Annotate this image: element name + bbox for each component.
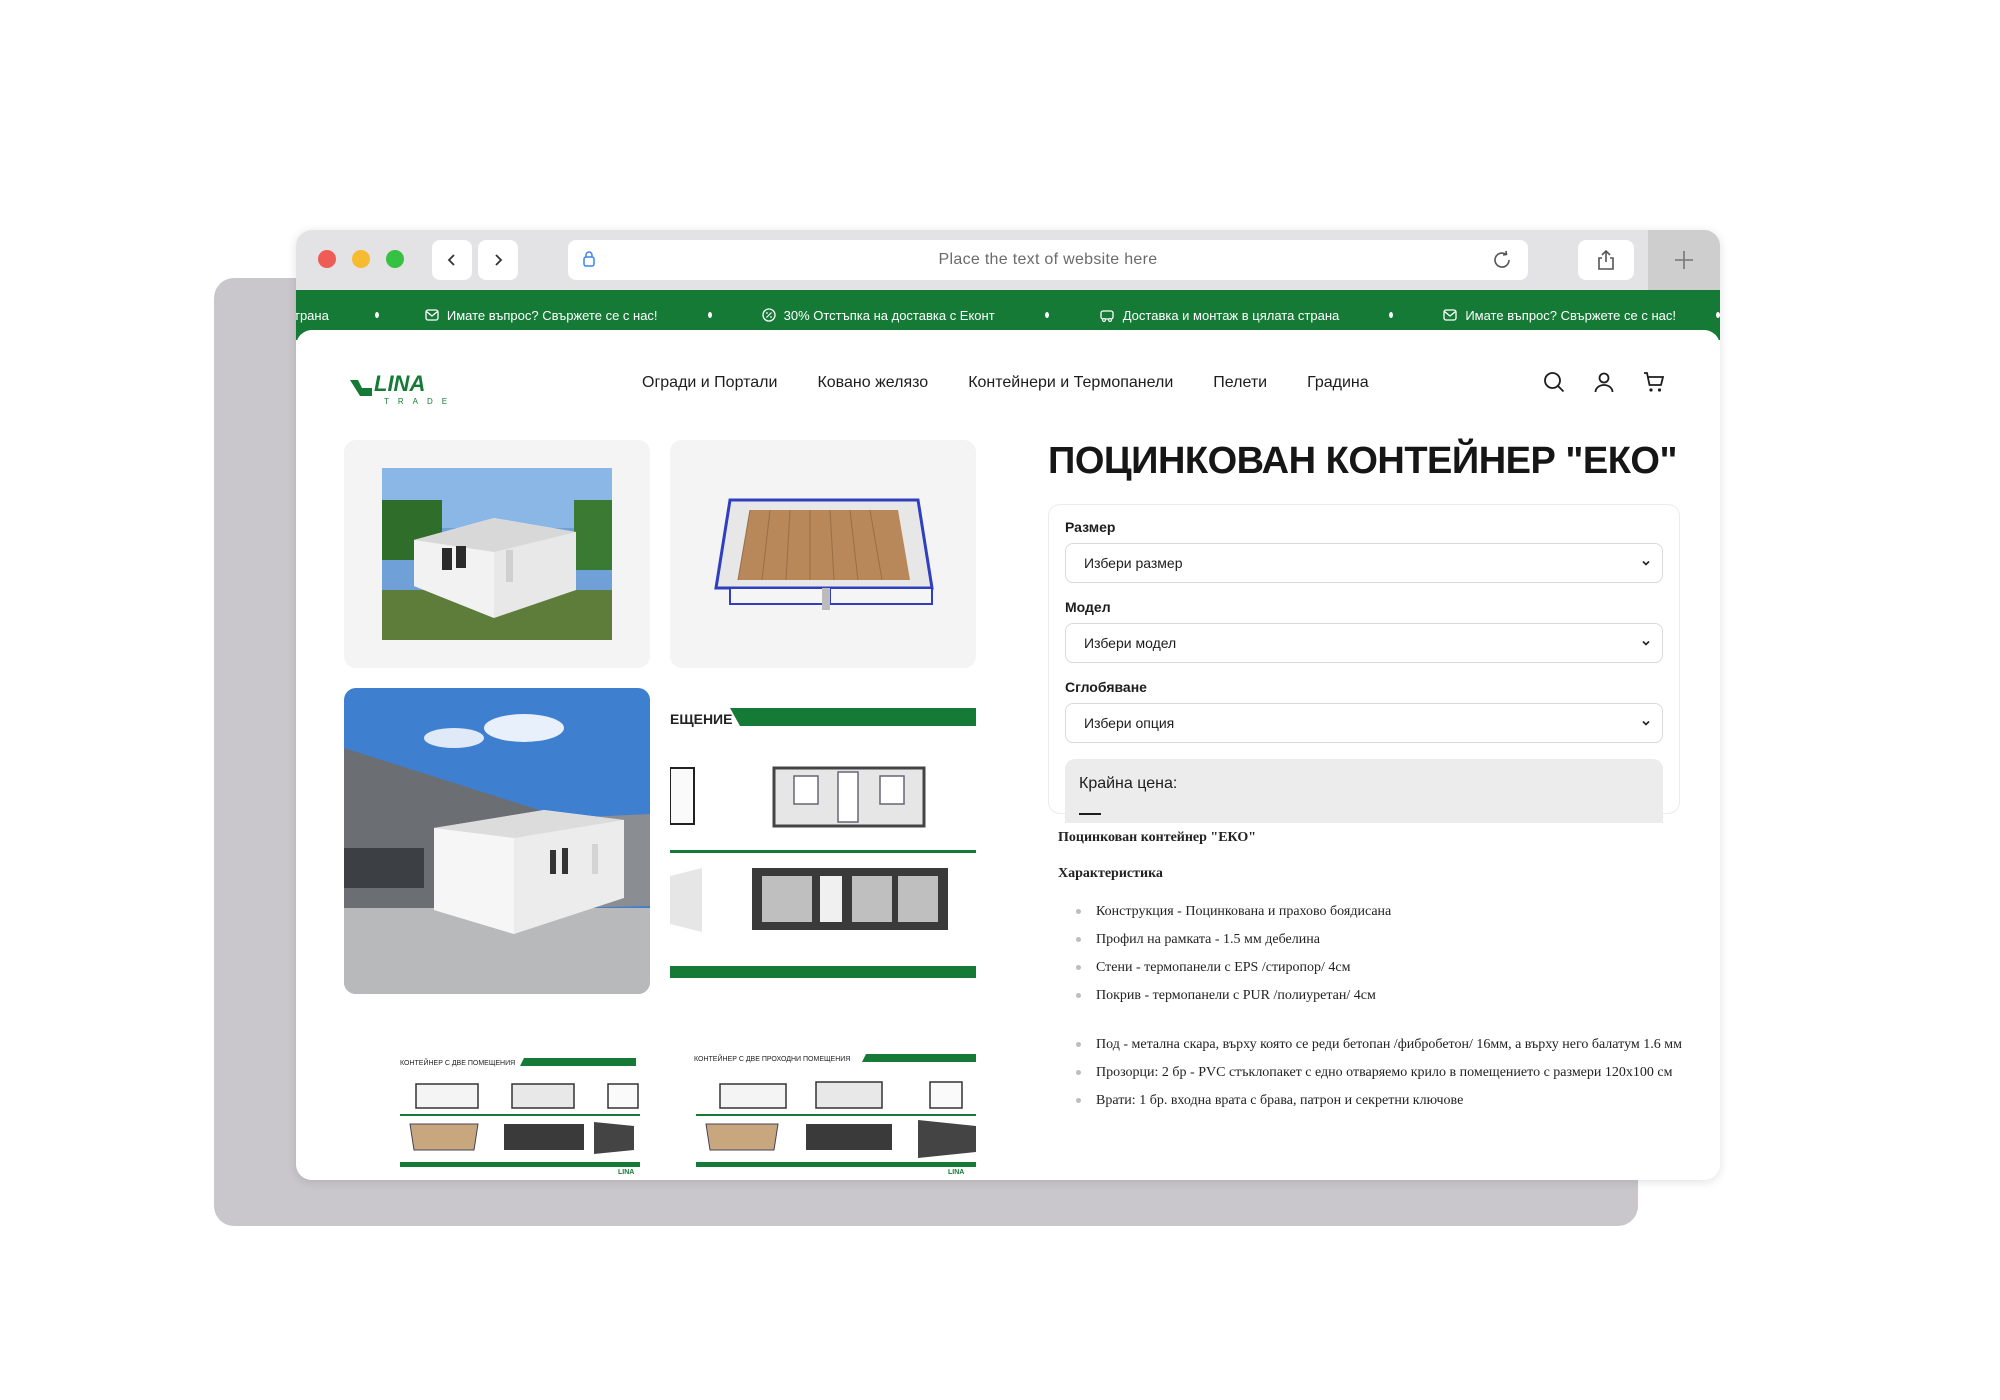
delivery-icon — [1100, 310, 1114, 322]
reload-icon[interactable] — [1490, 248, 1514, 272]
cart-icon[interactable] — [1642, 370, 1666, 394]
website-page: LINA TRADE Огради и Портали Ковано желяз… — [296, 330, 1720, 1180]
assembly-label: Сглобяване — [1065, 679, 1147, 695]
price-placeholder-dash — [1079, 813, 1101, 815]
model-label: Модел — [1065, 599, 1111, 615]
plan-heading: ЕЩЕНИЕ — [670, 711, 732, 727]
product-image-1[interactable] — [344, 440, 650, 668]
site-logo[interactable]: LINA TRADE — [348, 366, 478, 411]
container-photo — [382, 468, 612, 640]
nav-item-garden[interactable]: Градина — [1307, 374, 1369, 392]
layout-sheet-two-rooms: КОНТЕЙНЕР С ДВЕ ПОМЕЩЕНИЯ LINA — [400, 1058, 640, 1176]
container-interior-render — [714, 498, 934, 610]
maximize-window-button[interactable] — [386, 250, 404, 268]
list-item: Стени - термопанели с EPS /стиропор/ 4см — [1076, 958, 1698, 977]
chevron-down-icon — [1642, 640, 1650, 646]
main-navigation: Огради и Портали Ковано желязо Контейнер… — [642, 374, 1369, 392]
stage: Place the text of website here трана Има… — [0, 0, 2000, 1400]
list-item: Под - метална скара, върху която се реди… — [1076, 1035, 1698, 1054]
product-description: Поцинкован контейнер "ЕКО" Характеристик… — [1058, 830, 1698, 1119]
layout-logo: LINA — [948, 1169, 964, 1176]
product-image-4[interactable]: ЕЩЕНИЕ — [670, 688, 976, 994]
description-heading: Поцинкован контейнер "ЕКО" — [1058, 830, 1256, 845]
logo-tagline: TRADE — [384, 397, 456, 406]
layout-logo: LINA — [618, 1169, 634, 1176]
ticker-separator — [1389, 312, 1394, 318]
ticker-item: Имате въпрос? Свържете се с нас! — [425, 308, 658, 323]
container-site-photo — [344, 688, 650, 994]
forward-button[interactable] — [478, 240, 518, 280]
chevron-right-icon — [495, 254, 503, 266]
address-text: Place the text of website here — [938, 251, 1158, 268]
characteristics-list: Конструкция - Поцинкована и прахово бояд… — [1058, 902, 1698, 1005]
lock-icon — [583, 251, 595, 267]
product-image-3[interactable] — [344, 688, 650, 994]
list-item: Покрив - термопанели с PUR /полиуретан/ … — [1076, 986, 1698, 1005]
final-price-box: Крайна цена: — [1065, 759, 1663, 823]
ticker-separator — [1715, 312, 1720, 318]
list-item: Прозорци: 2 бр - PVC стъклопакет с едно … — [1076, 1063, 1698, 1082]
product-title: ПОЦИНКОВАН КОНТЕЙНЕР "ЕКО" — [1048, 440, 1678, 482]
nav-item-fences[interactable]: Огради и Портали — [642, 374, 777, 392]
size-select-value: Избери размер — [1084, 555, 1183, 571]
layout-caption: КОНТЕЙНЕР С ДВЕ ПРОХОДНИ ПОМЕЩЕНИЯ — [694, 1054, 850, 1063]
ticker-item: Имате въпрос? Свържете се с нас! — [1443, 308, 1676, 323]
back-button[interactable] — [432, 240, 472, 280]
ticker-item: трана — [296, 307, 329, 323]
floor-plan-sheet: ЕЩЕНИЕ — [670, 708, 976, 978]
new-tab-button[interactable] — [1648, 230, 1720, 290]
product-options-card: Размер Избери размер Модел Избери модел … — [1048, 504, 1680, 823]
share-button[interactable] — [1578, 240, 1634, 280]
layout-caption: КОНТЕЙНЕР С ДВЕ ПОМЕЩЕНИЯ — [400, 1058, 515, 1067]
details-list: Под - метална скара, върху която се реди… — [1058, 1035, 1698, 1110]
ticker-item: 30% Отстъпка на доставка с Еконт — [761, 308, 995, 323]
address-bar[interactable]: Place the text of website here — [568, 240, 1528, 280]
share-icon — [1598, 249, 1614, 270]
search-icon[interactable] — [1542, 370, 1566, 394]
ticker-item: Доставка и монтаж в цялата страна — [1099, 308, 1339, 323]
nav-item-containers[interactable]: Контейнери и Термопанели — [968, 374, 1173, 392]
plus-icon — [1675, 251, 1693, 269]
ticker-separator — [374, 312, 379, 318]
assembly-select-value: Избери опция — [1084, 715, 1175, 731]
description-subheading: Характеристика — [1058, 866, 1163, 881]
header-actions — [1542, 370, 1666, 394]
size-select[interactable]: Избери размер — [1065, 543, 1663, 583]
user-icon[interactable] — [1592, 370, 1616, 394]
product-image-5[interactable]: КОНТЕЙНЕР С ДВЕ ПОМЕЩЕНИЯ LINA — [344, 1014, 650, 1180]
nav-item-pellets[interactable]: Пелети — [1213, 374, 1267, 392]
model-select-value: Избери модел — [1084, 635, 1177, 651]
final-price-label: Крайна цена: — [1079, 775, 1178, 792]
logo-name: LINA — [374, 371, 425, 396]
assembly-select[interactable]: Избери опция — [1065, 703, 1663, 743]
layout-sheet-pass-through: КОНТЕЙНЕР С ДВЕ ПРОХОДНИ ПОМЕЩЕНИЯ LINA — [694, 1054, 976, 1176]
chevron-left-icon — [447, 254, 455, 266]
model-select[interactable]: Избери модел — [1065, 623, 1663, 663]
chevron-down-icon — [1642, 560, 1650, 566]
chevron-down-icon — [1642, 720, 1650, 726]
product-image-6[interactable]: КОНТЕЙНЕР С ДВЕ ПРОХОДНИ ПОМЕЩЕНИЯ LINA — [670, 1014, 976, 1180]
browser-window: Place the text of website here трана Има… — [296, 230, 1720, 1180]
list-item: Врати: 1 бр. входна врата с брава, патро… — [1076, 1091, 1698, 1110]
mail-icon — [1443, 309, 1457, 321]
ticker-separator — [707, 312, 712, 318]
ticker-separator — [1044, 312, 1049, 318]
list-item: Конструкция - Поцинкована и прахово бояд… — [1076, 902, 1698, 921]
browser-toolbar: Place the text of website here — [296, 230, 1720, 290]
product-image-2[interactable] — [670, 440, 976, 668]
nav-item-wrought-iron[interactable]: Ковано желязо — [817, 374, 928, 392]
close-window-button[interactable] — [318, 250, 336, 268]
mail-icon — [425, 309, 439, 321]
discount-icon — [761, 308, 776, 322]
list-item: Профил на рамката - 1.5 мм дебелина — [1076, 930, 1698, 949]
minimize-window-button[interactable] — [352, 250, 370, 268]
size-label: Размер — [1065, 519, 1116, 535]
